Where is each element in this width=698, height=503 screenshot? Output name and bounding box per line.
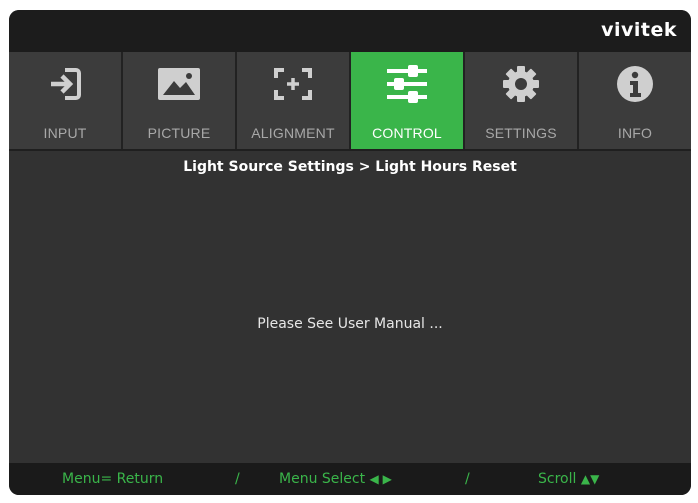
tab-picture[interactable]: PICTURE (123, 52, 237, 149)
up-down-arrows-icon: ▲▼ (580, 472, 600, 486)
separator-2: / (465, 471, 470, 487)
tab-alignment[interactable]: ALIGNMENT (237, 52, 351, 149)
menu-tabs: INPUT PICTURE ALIGNMENT CONTROL SETTINGS… (9, 52, 691, 149)
tab-control[interactable]: CONTROL (351, 52, 465, 149)
info-icon (613, 64, 657, 104)
select-hint-label: Menu Select (279, 471, 366, 487)
tab-picture-label: PICTURE (147, 125, 211, 141)
tab-settings[interactable]: SETTINGS (465, 52, 579, 149)
content-panel: Light Source Settings > Light Hours Rese… (9, 151, 691, 463)
tab-alignment-label: ALIGNMENT (251, 125, 335, 141)
sliders-icon (385, 64, 429, 104)
select-hint: Menu Select ◀ ▶ (279, 471, 392, 487)
osd-menu: vivitek INPUT PICTURE ALIGNMENT CONTROL … (9, 10, 691, 495)
tab-input[interactable]: INPUT (9, 52, 123, 149)
left-right-arrows-icon: ◀ ▶ (369, 472, 392, 486)
input-arrow-icon (43, 64, 87, 104)
alignment-icon (271, 64, 315, 104)
vivitek-logo: vivitek (601, 19, 677, 41)
tab-info-label: INFO (617, 125, 653, 141)
tab-info[interactable]: INFO (579, 52, 691, 149)
separator-1: / (235, 471, 240, 487)
return-hint: Menu= Return (62, 471, 164, 487)
gear-icon (499, 64, 543, 104)
scroll-hint-label: Scroll (538, 471, 577, 487)
footer-hint-bar: Menu= Return / Menu Select ◀ ▶ / Scroll … (9, 463, 691, 495)
breadcrumb: Light Source Settings > Light Hours Rese… (183, 159, 517, 175)
tab-input-label: INPUT (43, 125, 87, 141)
scroll-hint: Scroll ▲▼ (538, 471, 599, 487)
tab-settings-label: SETTINGS (485, 125, 557, 141)
tab-control-label: CONTROL (372, 125, 442, 141)
manual-message: Please See User Manual ... (257, 316, 443, 332)
brand-bar: vivitek (9, 10, 691, 52)
picture-icon (157, 64, 201, 104)
